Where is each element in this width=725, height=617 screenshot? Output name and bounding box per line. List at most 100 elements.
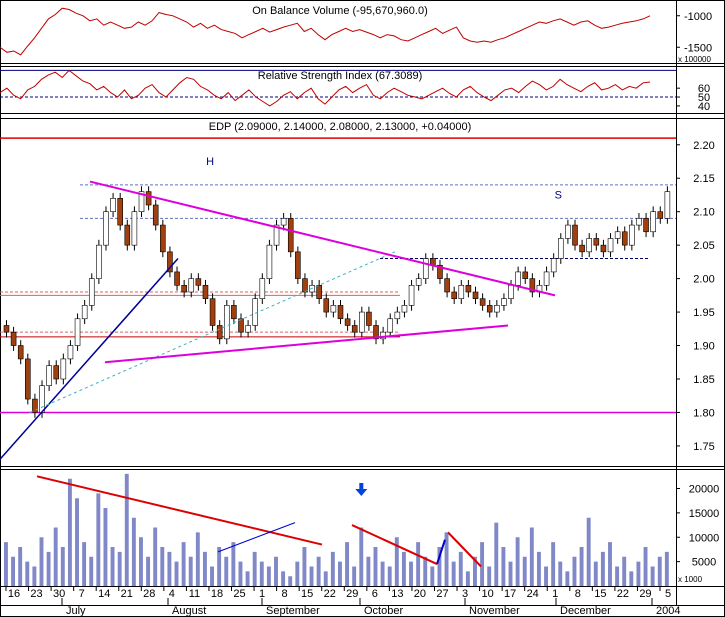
candle-body [515, 271, 521, 286]
volume-bar [629, 571, 634, 586]
volume-bar [96, 493, 101, 586]
volume-bar [252, 551, 257, 586]
candle-body [117, 198, 123, 226]
volume-bar [458, 551, 463, 586]
volume-bar [188, 556, 193, 586]
rsi-title: Relative Strength Index (67.3089) [258, 70, 423, 82]
month-label: September [266, 605, 320, 617]
volume-bar [430, 566, 435, 586]
volume-bar [39, 537, 44, 586]
candle-body [32, 398, 38, 413]
candle-body [401, 305, 408, 313]
volume-bar [636, 561, 641, 586]
month-label: December [560, 605, 611, 617]
candle-body [593, 238, 600, 246]
candle-body [216, 325, 223, 340]
price-tick-label: 2.15 [693, 173, 714, 185]
obv-title: On Balance Volume (-95,670,960.0) [252, 5, 428, 17]
candle-body [572, 224, 578, 246]
candle-body [323, 298, 330, 313]
volume-bar [53, 527, 58, 586]
x-tick-label: 10 [481, 588, 493, 600]
volume-bar [89, 556, 94, 586]
volume-bar [643, 547, 648, 586]
volume-bar [167, 551, 172, 586]
x-tick-label: 15 [594, 588, 606, 600]
volume-panel: 5000 10000 15000 20000 [4, 473, 720, 586]
candle-body [81, 305, 88, 320]
x-tick-label: 27 [436, 588, 448, 600]
x-tick-label: 22 [324, 588, 336, 600]
candle-body [444, 278, 450, 293]
candle-body [88, 278, 95, 306]
volume-bar [579, 547, 584, 586]
volume-bar [217, 547, 222, 586]
volume-bar [67, 478, 72, 586]
candle-body [25, 358, 31, 400]
candle-body [181, 285, 187, 293]
candle-body [60, 358, 67, 380]
x-tick-label: 8 [282, 588, 288, 600]
candle-body [145, 191, 152, 206]
candle-body [259, 278, 266, 299]
candle-body [408, 285, 415, 306]
volume-bar [124, 473, 129, 586]
candle-body [359, 311, 365, 333]
candle-body [636, 218, 642, 226]
candle-body [479, 298, 486, 306]
candle-body [351, 325, 358, 333]
volume-bar [295, 561, 300, 586]
candle-body [195, 278, 202, 286]
candle-body [110, 198, 116, 212]
volume-bar [401, 551, 406, 586]
volume-bar [245, 571, 250, 586]
volume-bar [536, 551, 541, 586]
x-tick-label: 24 [527, 588, 539, 600]
volume-trendline [217, 522, 296, 553]
volume-bar [409, 561, 413, 586]
volume-bar [373, 547, 378, 586]
price-title: EDP (2.09000, 2.14000, 2.08000, 2.13000,… [209, 121, 472, 133]
candle-body [39, 385, 45, 413]
volume-bar [657, 556, 662, 586]
x-axis: 16 23 30 7 14 21 28 4 11 18 25 1 8 15 22 29 6 13 20 27 3 10 17… [5, 586, 680, 617]
volume-bar [529, 527, 534, 586]
candle-body [316, 285, 322, 299]
candle-body [152, 204, 159, 226]
candle-body [46, 365, 52, 386]
volume-bar [423, 556, 428, 586]
volume-bar [515, 537, 520, 586]
x-tick-label: 1 [552, 588, 558, 600]
chart-panels [0, 0, 725, 617]
volume-bar [615, 566, 620, 586]
volume-bar [608, 542, 612, 586]
volume-bar [593, 561, 598, 586]
volume-bar [202, 551, 207, 586]
volume-trendline [447, 531, 482, 568]
volume-bar [494, 522, 499, 586]
volume-tick-label: 5000 [692, 557, 716, 569]
volume-bar [359, 527, 364, 586]
volume-bar [231, 542, 236, 586]
candle-body [486, 305, 493, 313]
x-tick-label: 13 [391, 588, 403, 600]
volume-bar [622, 556, 627, 586]
month-label: August [172, 605, 206, 617]
pattern-annotation: S [555, 189, 562, 201]
candle-body [621, 231, 628, 246]
candle-body [337, 305, 344, 320]
candle-body [231, 305, 237, 320]
candle-body [451, 291, 457, 299]
pattern-annotation: H [206, 156, 214, 168]
candle-body [287, 218, 294, 253]
candle-body [209, 298, 216, 326]
volume-bar [195, 532, 200, 586]
candle-body [643, 218, 649, 233]
x-tick-label: 25 [233, 588, 245, 600]
candle-body [10, 331, 17, 346]
volume-tick-label: 15000 [689, 508, 720, 520]
x-tick-label: 20 [414, 588, 426, 600]
obv-tick-label: -1000 [684, 11, 712, 23]
candle-body [387, 318, 394, 333]
volume-bar [160, 547, 165, 586]
